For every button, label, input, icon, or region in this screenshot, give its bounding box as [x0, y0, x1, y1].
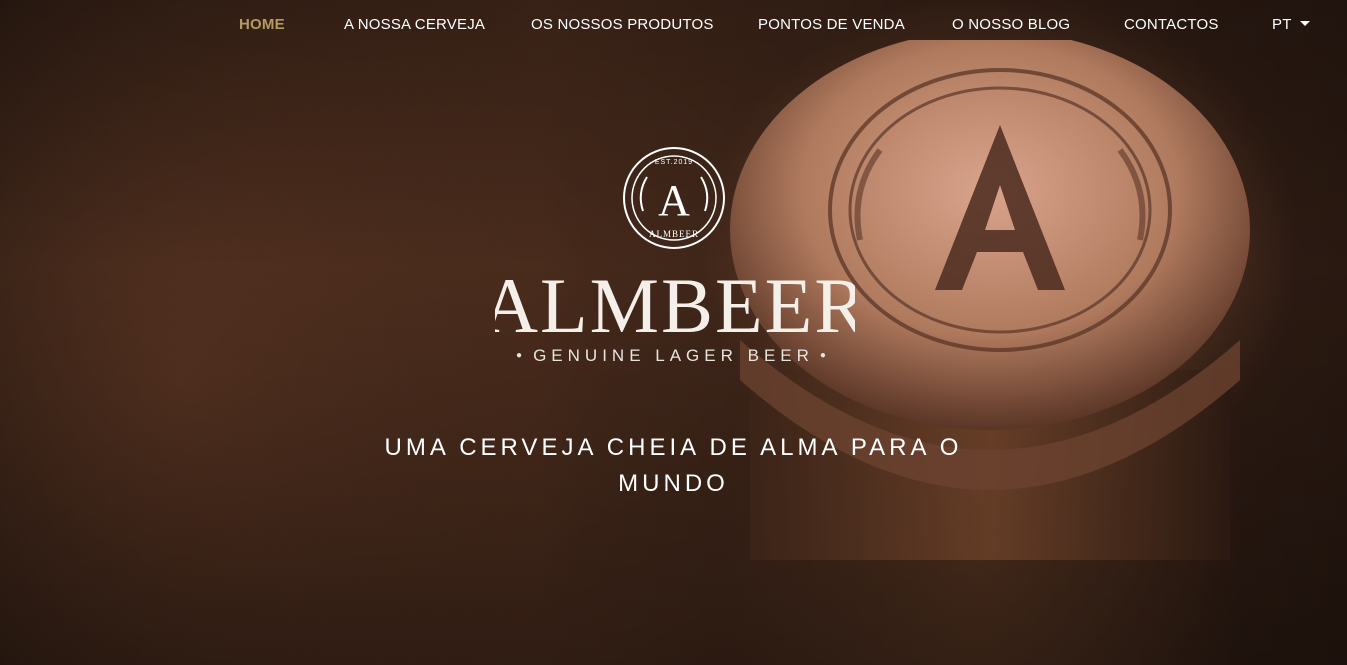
- top-navigation: HOME A NOSSA CERVEJA OS NOSSOS PRODUTOS …: [0, 0, 1347, 52]
- wordmark-text: ALMBEER: [495, 262, 855, 348]
- nav-item-home[interactable]: HOME: [239, 16, 285, 33]
- chevron-down-icon: [1299, 21, 1310, 26]
- tagline-dot-right: ●: [819, 350, 831, 361]
- brand-wordmark: ALMBEER: [495, 262, 855, 348]
- language-label: PT: [1272, 16, 1292, 33]
- emblem-wordmark: ALMBEER: [649, 229, 699, 239]
- tagline-dot-left: ●: [516, 350, 528, 361]
- tagline-text: GENUINE LAGER BEER: [533, 346, 814, 365]
- nav-item-os-nossos-produtos[interactable]: OS NOSSOS PRODUTOS: [531, 16, 714, 33]
- brand-tagline: ● GENUINE LAGER BEER ●: [0, 346, 1347, 366]
- language-dropdown[interactable]: PT: [1272, 16, 1310, 33]
- hero-headline: UMA CERVEJA CHEIA DE ALMA PARA O MUNDO: [384, 434, 963, 497]
- nav-item-a-nossa-cerveja[interactable]: A NOSSA CERVEJA: [344, 16, 485, 33]
- emblem-letter: A: [658, 176, 690, 225]
- emblem-est-text: EST.2019: [655, 159, 693, 166]
- nav-item-pontos-de-venda[interactable]: PONTOS DE VENDA: [758, 16, 905, 33]
- nav-item-o-nosso-blog[interactable]: O NOSSO BLOG: [952, 16, 1070, 33]
- brand-emblem-logo: EST.2019 A ALMBEER: [623, 147, 725, 249]
- nav-item-contactos[interactable]: CONTACTOS: [1124, 16, 1219, 33]
